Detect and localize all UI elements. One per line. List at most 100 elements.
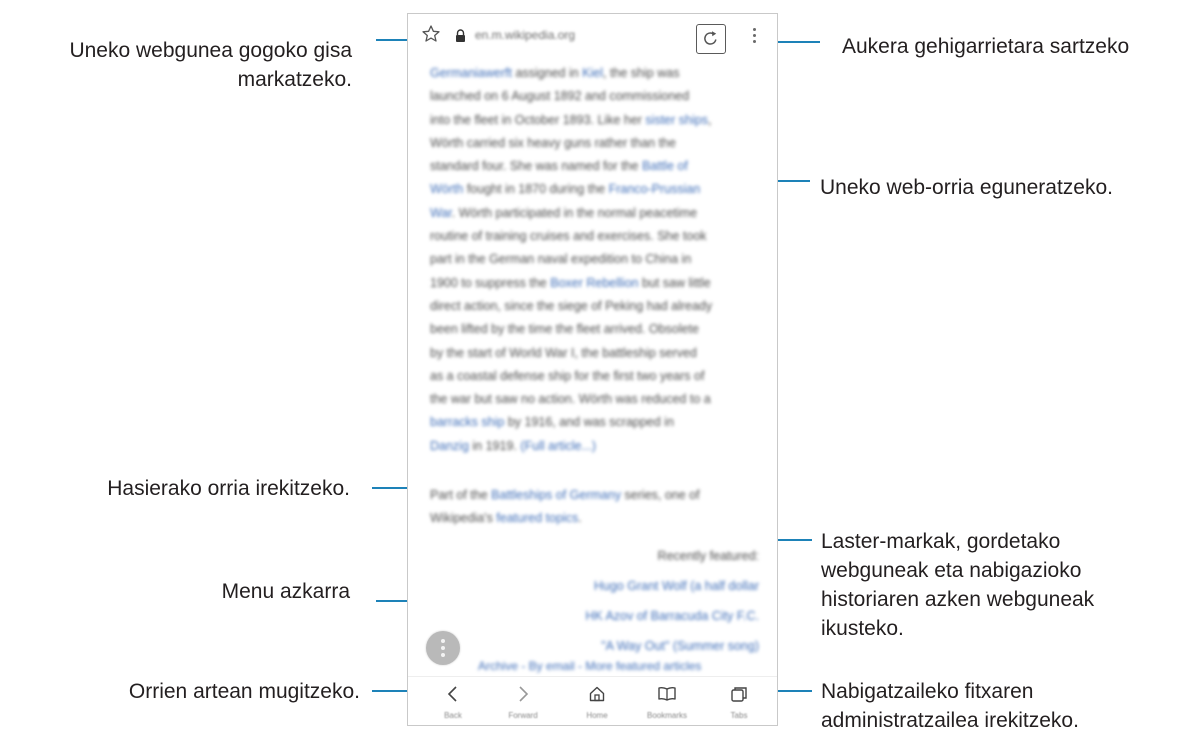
article-text: by 1916, and was scrapped in [504, 415, 674, 430]
related-line: Part of the Battleships of Germany serie… [430, 484, 760, 507]
address-bar: en.m.wikipedia.org [408, 14, 777, 58]
callout-tabs-line-1: Nabigatzaileko fitxaren [821, 680, 1034, 703]
article-link[interactable]: Wörth [430, 182, 463, 196]
article-text: standard four. She was named for the [430, 159, 642, 174]
article-link[interactable]: Kiel [582, 66, 603, 80]
home-button[interactable]: Home [568, 677, 626, 725]
callout-bookmark-line-1: Uneko webgunea gogoko gisa [69, 39, 352, 62]
tabs-button[interactable]: Tabs [710, 677, 768, 725]
quick-menu-icon-dot [441, 653, 445, 657]
article-text: . Wörth participated in the normal peace… [451, 205, 698, 220]
home-icon [589, 686, 605, 702]
article-line: into the fleet in October 1893. Like her… [430, 109, 770, 132]
article-text: launched on 6 August 1892 and commission… [430, 89, 690, 104]
callout-bookmarks-line-3: historiaren azken webguneak [821, 588, 1095, 611]
article-line: barracks ship by 1916, and was scrapped … [430, 411, 770, 434]
article-link[interactable]: featured topics [496, 511, 578, 525]
quick-menu-icon-dot [441, 646, 445, 650]
article-text: 1900 to suppress the [430, 275, 551, 290]
featured-link[interactable]: HK Azov of Barracuda City F.C. [585, 601, 759, 631]
article-text: the war but saw no action. Wörth was red… [430, 392, 711, 407]
article-link[interactable]: War [430, 206, 452, 220]
forward-button[interactable]: Forward [494, 677, 552, 725]
bookmarks-button[interactable]: Bookmarks [636, 677, 698, 725]
article-text: as a coastal defense ship for the first … [430, 368, 705, 383]
more-options-button[interactable] [751, 28, 757, 48]
article-text: into the fleet in October 1893. Like her [430, 112, 646, 127]
article-text: part in the German naval expedition to C… [430, 252, 692, 267]
article-text: series, one of [621, 488, 700, 502]
callout-tabs: Nabigatzaileko fitxaren administratzaile… [821, 677, 1079, 735]
article-line: Germaniawerft assigned in Kiel, the ship… [430, 62, 770, 85]
article-line: Wörth fought in 1870 during the Franco-P… [430, 178, 770, 201]
home-label: Home [586, 711, 608, 720]
callout-bookmarks-line-1: Laster-markak, gordetako [821, 530, 1061, 553]
article-line: by the start of World War I, the battles… [430, 342, 770, 365]
article-link[interactable]: Boxer Rebellion [550, 276, 638, 290]
callout-navigate: Orrien artean mugitzeko. [128, 680, 360, 703]
featured-link[interactable]: "A Way Out" (Summer song) [585, 631, 759, 661]
featured-heading: Recently featured: [657, 549, 759, 563]
article-line: War. Wörth participated in the normal pe… [430, 202, 770, 225]
article-link[interactable]: Battle of [642, 159, 688, 173]
star-outline-icon[interactable] [421, 24, 441, 44]
article-line: been lifted by the time the fleet arrive… [430, 318, 770, 341]
tabs-label: Tabs [730, 711, 748, 720]
article-link[interactable]: Franco-Prussian [609, 182, 701, 196]
callout-bookmarks-line-4: ikusteko. [821, 617, 904, 640]
quick-menu-button[interactable] [426, 631, 460, 665]
chevron-right-icon [519, 686, 529, 702]
lock-icon [456, 29, 465, 42]
article-link[interactable]: (Full article...) [520, 439, 596, 453]
article-line: as a coastal defense ship for the first … [430, 365, 770, 388]
article-link[interactable]: Battleships of Germany [491, 488, 621, 502]
article-link[interactable]: Germaniawerft [430, 66, 512, 80]
featured-bottom-links[interactable]: Archive - By email - More featured artic… [478, 659, 768, 673]
callout-bookmark-line-2: markatzeko. [237, 68, 352, 91]
article-text: assigned in [511, 66, 583, 80]
browser-screen: en.m.wikipedia.org Germaniawerft assigne… [407, 13, 778, 726]
related-line: Wikipedia's featured topics. [430, 507, 760, 530]
recently-featured: Recently featured: Hugo Grant Wolf (a ha… [585, 541, 759, 661]
article-link[interactable]: barracks ship [430, 415, 504, 429]
callout-more-options: Aukera gehigarrietara sartzeko [842, 35, 1130, 58]
reload-button[interactable] [696, 24, 726, 54]
article-text: Wikipedia's [430, 511, 497, 525]
article-text: in 1919. [468, 438, 521, 453]
article-text: Wörth carried six heavy guns rather than… [430, 135, 676, 150]
article-text: direct action, since the siege of Peking… [430, 298, 713, 313]
article-text: routine of training cruises and exercise… [430, 229, 707, 244]
reload-icon [704, 31, 717, 45]
bookmarks-label: Bookmarks [646, 711, 687, 720]
article-line: launched on 6 August 1892 and commission… [430, 85, 770, 108]
featured-link[interactable]: Hugo Grant Wolf (a half dollar [585, 571, 759, 601]
callout-bookmark-page: Uneko webgunea gogoko gisa markatzeko. [4, 36, 352, 94]
article-text: been lifted by the time the fleet arrive… [430, 322, 699, 337]
callout-quick-menu: Menu azkarra [221, 580, 350, 603]
article-line: 1900 to suppress the Boxer Rebellion but… [430, 272, 770, 295]
article-line: routine of training cruises and exercise… [430, 225, 770, 248]
article-line: standard four. She was named for the Bat… [430, 155, 770, 178]
callout-home: Hasierako orria irekitzeko. [107, 477, 350, 500]
callout-bookmarks-line-2: webguneak eta nabigazioko [821, 559, 1082, 582]
article-text: fought in 1870 during the [463, 182, 609, 197]
article-line: Wörth carried six heavy guns rather than… [430, 132, 770, 155]
article-text: Part of the [430, 488, 492, 502]
callout-bookmarks: Laster-markak, gordetako webguneak eta n… [821, 527, 1094, 643]
article-link[interactable]: Danzig [430, 439, 469, 453]
callout-tabs-line-2: administratzailea irekitzeko. [821, 709, 1079, 732]
kebab-menu-icon-dot [752, 28, 756, 31]
callout-refresh: Uneko web-orria eguneratzeko. [820, 176, 1113, 199]
tabs-icon [731, 687, 747, 702]
article-body: Germaniawerft assigned in Kiel, the ship… [430, 62, 770, 458]
article-link[interactable]: sister ships [645, 113, 708, 127]
article-line: the war but saw no action. Wörth was red… [430, 388, 770, 411]
article-line: part in the German naval expedition to C… [430, 248, 770, 271]
article-line: Danzig in 1919. (Full article...) [430, 435, 770, 458]
kebab-menu-icon-dot [752, 40, 756, 43]
chevron-left-icon [447, 686, 457, 702]
back-button[interactable]: Back [424, 677, 482, 725]
article-text: . [578, 511, 582, 525]
url-text[interactable]: en.m.wikipedia.org [475, 28, 575, 42]
bottom-toolbar: Back Forward Home Bookmarks Tabs [408, 676, 777, 725]
